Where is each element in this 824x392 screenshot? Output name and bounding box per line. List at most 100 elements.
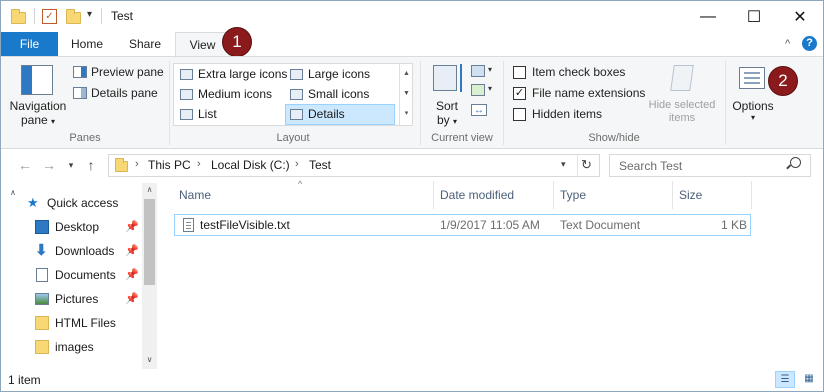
nav-html-files[interactable]: HTML Files bbox=[1, 311, 141, 335]
breadcrumb-this-pc[interactable]: This PC bbox=[148, 158, 191, 172]
download-icon: ⬇ bbox=[35, 242, 48, 259]
folder-icon bbox=[35, 316, 49, 330]
navigation-pane-label-2-text: pane bbox=[20, 113, 48, 127]
details-view-icon[interactable]: ☰ bbox=[775, 371, 795, 388]
properties-icon[interactable]: ✓ bbox=[42, 9, 57, 24]
nav-documents-label: Documents bbox=[55, 268, 116, 282]
list-icon bbox=[180, 109, 193, 120]
details-pane-button[interactable]: Details pane bbox=[91, 86, 158, 100]
nav-documents[interactable]: Documents 📌 bbox=[1, 263, 141, 287]
scrollbar-thumb[interactable] bbox=[144, 199, 155, 285]
size-columns-icon[interactable]: ↔ bbox=[471, 104, 487, 116]
hidden-items-checkbox[interactable] bbox=[513, 108, 526, 121]
large-icons-view-icon[interactable]: ▦ bbox=[799, 371, 819, 388]
nav-images-label: images bbox=[55, 340, 94, 354]
column-header-date-modified[interactable]: Date modified bbox=[440, 181, 514, 209]
refresh-icon[interactable]: ↻ bbox=[581, 157, 592, 173]
new-folder-icon[interactable] bbox=[66, 9, 81, 24]
layout-large-icons[interactable]: Large icons bbox=[286, 65, 396, 84]
layout-details[interactable]: Details bbox=[285, 104, 395, 125]
breadcrumb-local-disk[interactable]: Local Disk (C:) bbox=[211, 158, 290, 172]
column-header-type[interactable]: Type bbox=[560, 181, 586, 209]
maximize-button[interactable]: ☐ bbox=[731, 1, 777, 32]
navigation-pane-icon[interactable] bbox=[21, 65, 53, 95]
nav-desktop[interactable]: Desktop 📌 bbox=[1, 215, 141, 239]
navigation-pane-button[interactable]: Navigation pane ▾ bbox=[9, 99, 67, 127]
tab-share[interactable]: Share bbox=[119, 32, 171, 57]
layout-medium-icons-label: Medium icons bbox=[198, 87, 273, 101]
tab-home[interactable]: Home bbox=[61, 32, 113, 57]
minimize-button[interactable]: — bbox=[685, 1, 731, 32]
layout-gallery-scroll[interactable]: ▲ ▼ ▾ bbox=[399, 64, 413, 125]
hide-selected-items-button[interactable]: Hide selected items bbox=[645, 99, 719, 125]
address-row: ← → ▾ ↑ › This PC › Local Disk (C:) › Te… bbox=[1, 149, 823, 181]
pin-icon[interactable]: 📌 bbox=[125, 287, 139, 311]
divider bbox=[34, 8, 35, 24]
table-row[interactable]: testFileVisible.txt 1/9/2017 11:05 AM Te… bbox=[174, 214, 751, 236]
nav-downloads[interactable]: ⬇ Downloads 📌 bbox=[1, 239, 141, 263]
window-title: Test bbox=[111, 9, 134, 23]
pin-icon[interactable]: 📌 bbox=[125, 239, 139, 263]
nav-pictures[interactable]: Pictures 📌 bbox=[1, 287, 141, 311]
current-view-group-label: Current view bbox=[431, 132, 493, 144]
address-dropdown-icon[interactable]: ▾ bbox=[561, 159, 566, 170]
nav-scrollbar[interactable]: ∧ ∨ bbox=[142, 183, 157, 369]
star-icon: ★ bbox=[27, 195, 39, 210]
up-button[interactable]: ↑ bbox=[81, 155, 101, 175]
navigation-pane-label-2: pane ▾ bbox=[9, 113, 67, 127]
layout-extra-large-icons-label: Extra large icons bbox=[198, 67, 288, 81]
nav-quick-access[interactable]: ★ Quick access bbox=[1, 191, 141, 215]
pin-icon[interactable]: 📌 bbox=[125, 215, 139, 239]
layout-extra-large-icons[interactable]: Extra large icons bbox=[176, 65, 288, 84]
explorer-window: ✓ ▾ Test — ☐ ✕ File Home Share View ^ ? … bbox=[0, 0, 824, 392]
layout-small-icons[interactable]: Small icons bbox=[286, 85, 396, 104]
group-divider bbox=[725, 61, 726, 145]
search-icon[interactable] bbox=[786, 157, 801, 170]
add-columns-icon[interactable] bbox=[471, 84, 485, 96]
back-button[interactable]: ← bbox=[15, 155, 35, 175]
divider bbox=[577, 155, 578, 176]
status-bar: 1 item ☰ ▦ bbox=[1, 369, 823, 391]
breadcrumb-test[interactable]: Test bbox=[309, 158, 331, 172]
nav-images[interactable]: images bbox=[1, 335, 141, 359]
step-badge-1: 1 bbox=[222, 27, 252, 57]
sort-by-button[interactable]: Sort by ▾ bbox=[431, 99, 463, 127]
ribbon-tabs: File Home Share View ^ ? bbox=[1, 32, 823, 57]
address-bar[interactable]: › This PC › Local Disk (C:) › Test ▾ ↻ bbox=[108, 154, 600, 177]
scroll-down-arrow-icon[interactable]: ∨ bbox=[142, 355, 157, 364]
recent-locations-button[interactable]: ▾ bbox=[61, 155, 81, 175]
tab-file[interactable]: File bbox=[1, 32, 58, 57]
search-input[interactable]: Search Test bbox=[609, 154, 811, 177]
close-button[interactable]: ✕ bbox=[777, 1, 823, 32]
file-name-extensions-checkbox[interactable]: ✓ bbox=[513, 87, 526, 100]
options-icon bbox=[739, 67, 765, 89]
group-by-dropdown-icon[interactable]: ▾ bbox=[488, 65, 492, 74]
preview-pane-button[interactable]: Preview pane bbox=[91, 65, 164, 79]
item-check-boxes-checkbox[interactable] bbox=[513, 66, 526, 79]
quick-access-toolbar-dropdown-icon[interactable]: ▾ bbox=[87, 9, 92, 20]
help-icon[interactable]: ? bbox=[802, 36, 817, 51]
minimize-ribbon-icon[interactable]: ^ bbox=[785, 38, 790, 50]
hide-selected-items-label: Hide selected bbox=[648, 99, 716, 111]
forward-button[interactable]: → bbox=[39, 155, 59, 175]
chevron-right-icon: › bbox=[295, 158, 299, 170]
layout-group-label: Layout bbox=[276, 132, 310, 144]
file-type: Text Document bbox=[560, 218, 641, 232]
sort-ascending-icon: ^ bbox=[298, 179, 303, 189]
navigation-pane: ∧ ★ Quick access Desktop 📌 ⬇ Downloads 📌… bbox=[1, 183, 158, 369]
column-header-name[interactable]: Name bbox=[179, 181, 211, 209]
layout-medium-icons[interactable]: Medium icons bbox=[176, 85, 286, 104]
group-by-icon[interactable] bbox=[471, 65, 485, 77]
file-name-extensions-label: File name extensions bbox=[532, 86, 646, 100]
sort-by-label-2: by bbox=[436, 113, 450, 127]
layout-list[interactable]: List bbox=[176, 105, 286, 124]
extra-large-icons-icon bbox=[180, 69, 193, 80]
scroll-up-arrow-icon[interactable]: ∧ bbox=[142, 185, 157, 194]
pin-icon[interactable]: 📌 bbox=[125, 263, 139, 287]
add-columns-dropdown-icon[interactable]: ▾ bbox=[488, 84, 492, 93]
group-divider bbox=[503, 61, 504, 145]
file-list: ^ Name Date modified Type Size testFileV… bbox=[158, 179, 823, 369]
options-button[interactable]: Options ▾ bbox=[729, 99, 777, 122]
column-header-size[interactable]: Size bbox=[679, 181, 702, 209]
file-date-modified: 1/9/2017 11:05 AM bbox=[440, 218, 540, 232]
